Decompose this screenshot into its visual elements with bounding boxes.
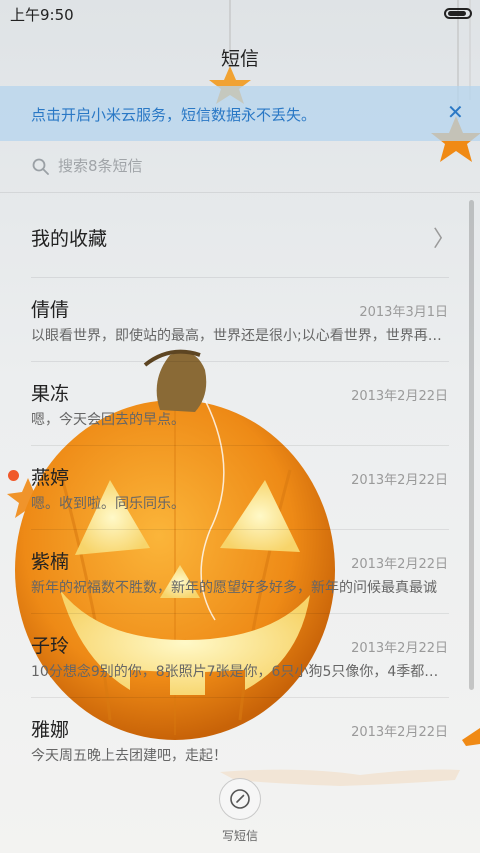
conversation-row[interactable]: 燕婷 2013年2月22日 嗯。收到啦。同乐同乐。 bbox=[0, 445, 480, 529]
conversation-row[interactable]: 子玲 2013年2月22日 10分想念9别的你，8张照片7张是你，6只小狗5只像… bbox=[0, 613, 480, 697]
message-date: 2013年2月22日 bbox=[351, 389, 448, 404]
close-icon[interactable]: ✕ bbox=[447, 102, 464, 122]
contact-name: 果冻 bbox=[31, 383, 70, 405]
compose-button[interactable] bbox=[219, 778, 261, 820]
message-date: 2013年3月1日 bbox=[359, 305, 448, 320]
message-date: 2013年2月22日 bbox=[351, 473, 448, 488]
contact-name: 子玲 bbox=[31, 635, 70, 657]
banner-text[interactable]: 点击开启小米云服务，短信数据永不丢失。 bbox=[31, 104, 316, 125]
scrollbar[interactable] bbox=[469, 200, 474, 690]
bottom-bar: 写短信 bbox=[0, 765, 480, 853]
search-input[interactable] bbox=[58, 155, 418, 177]
message-date: 2013年2月22日 bbox=[351, 725, 448, 740]
contact-name: 燕婷 bbox=[31, 467, 70, 489]
conversation-row[interactable]: 倩倩 2013年3月1日 以眼看世界，即使站的最高，世界还是很小;以心看世界，世… bbox=[0, 277, 480, 361]
message-preview: 以眼看世界，即使站的最高，世界还是很小;以心看世界，世界再小也很大 bbox=[31, 328, 443, 344]
status-bar: 上午9:50 bbox=[0, 0, 480, 28]
message-date: 2013年2月22日 bbox=[351, 641, 448, 656]
message-date: 2013年2月22日 bbox=[351, 557, 448, 572]
contact-name: 紫楠 bbox=[31, 551, 70, 573]
compose-icon bbox=[230, 789, 250, 809]
contact-name: 倩倩 bbox=[31, 299, 70, 321]
compose-label: 写短信 bbox=[221, 829, 258, 843]
message-preview: 今天周五晚上去团建吧，走起！ bbox=[31, 748, 227, 764]
conversation-row[interactable]: 果冻 2013年2月22日 嗯，今天会回去的早点。 bbox=[0, 361, 480, 445]
conversation-row[interactable]: 紫楠 2013年2月22日 新年的祝福数不胜数，新年的愿望好多好多，新年的问候最… bbox=[0, 529, 480, 613]
page-title: 短信 bbox=[220, 48, 259, 70]
message-preview: 嗯。收到啦。同乐同乐。 bbox=[31, 496, 185, 512]
status-time: 上午9:50 bbox=[10, 6, 74, 24]
favorites-label: 我的收藏 bbox=[31, 228, 108, 250]
battery-icon bbox=[444, 8, 472, 19]
search-icon bbox=[32, 158, 49, 175]
cloud-service-banner[interactable]: 点击开启小米云服务，短信数据永不丢失。 ✕ bbox=[0, 86, 480, 141]
message-preview: 嗯，今天会回去的早点。 bbox=[31, 412, 185, 428]
message-preview: 10分想念9别的你，8张照片7张是你，6只小狗5只像你，4季都想你 bbox=[31, 664, 443, 680]
favorites-row[interactable]: 我的收藏 〉 bbox=[0, 193, 480, 277]
message-preview: 新年的祝福数不胜数，新年的愿望好多好多，新年的问候最真最诚 bbox=[31, 580, 437, 596]
chevron-right-icon: 〉 bbox=[433, 227, 456, 252]
contact-name: 雅娜 bbox=[31, 719, 70, 741]
search-bar[interactable] bbox=[0, 146, 480, 186]
